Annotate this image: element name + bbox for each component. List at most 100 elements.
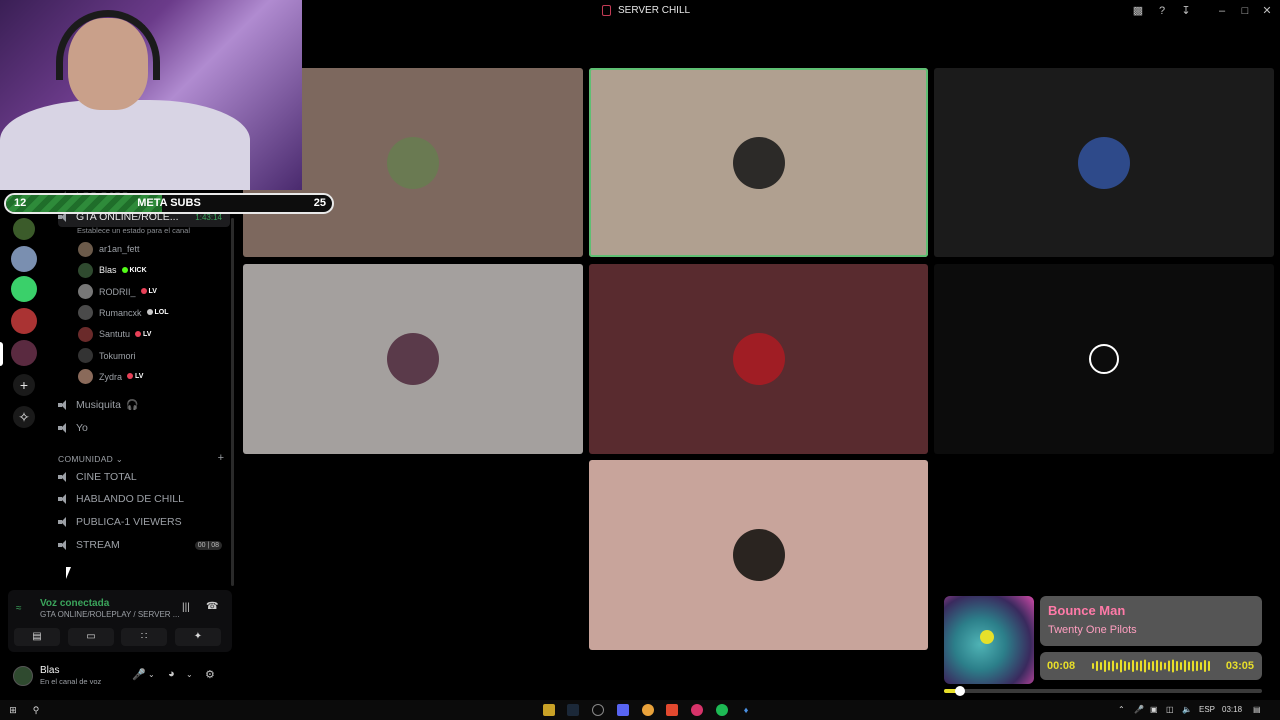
avatar [78, 348, 93, 363]
participant-tile[interactable] [934, 68, 1274, 257]
member-name: Tokumori [99, 350, 136, 361]
tray-mic-icon[interactable]: 🎤 [1134, 705, 1144, 714]
microphone-icon[interactable]: 🎤 [132, 668, 146, 681]
language-indicator[interactable]: ESP [1199, 705, 1215, 714]
channel-musiquita[interactable]: Musiquita 🎧 [58, 395, 138, 415]
tray-volume-icon[interactable]: 🔈 [1182, 705, 1192, 714]
category-comunidad[interactable]: COMUNIDAD ⌄ [58, 454, 123, 465]
disconnect-icon[interactable]: ☎ [206, 601, 218, 612]
speaker-icon [58, 400, 70, 410]
discord-icon[interactable] [617, 704, 629, 716]
participant-avatar [387, 136, 439, 189]
channel-status[interactable]: Establece un estado para el canal [77, 226, 190, 235]
participant-avatar [732, 333, 785, 385]
voice-member[interactable]: Santutu LV [78, 325, 151, 343]
search-icon[interactable]: ⚲ [30, 704, 42, 716]
channel-yo[interactable]: Yo [58, 418, 88, 438]
help-icon[interactable]: ? [1155, 4, 1169, 18]
participant-tile[interactable] [589, 68, 928, 257]
avatar[interactable] [13, 666, 33, 686]
member-badge: KICK [121, 266, 147, 274]
close-icon[interactable]: ✕ [1260, 4, 1274, 18]
server-rail: + ✧ [0, 190, 48, 588]
channel-stream[interactable]: STREAM 00 | 08 [58, 535, 230, 555]
channel-hablando-de-chill[interactable]: HABLANDO DE CHILL [58, 489, 184, 509]
steam-icon[interactable] [567, 704, 579, 716]
screen-share-button[interactable]: ▭ [68, 628, 114, 646]
tray-security-icon[interactable]: ▣ [1150, 705, 1158, 714]
member-badge: LOL [146, 309, 169, 316]
participant-tile[interactable] [934, 264, 1274, 454]
song-progress-bar [944, 686, 1262, 696]
voice-member[interactable]: Zydra LV [78, 368, 143, 386]
discover-icon[interactable]: ✧ [13, 406, 35, 428]
headphones-icon[interactable]: ◕ [168, 668, 175, 680]
chevron-down-icon[interactable]: ⌄ [186, 670, 193, 679]
participant-tile[interactable] [243, 264, 583, 454]
tray-network-icon[interactable]: ◫ [1166, 705, 1174, 714]
clock[interactable]: 03:18 [1222, 705, 1242, 714]
avatar [78, 369, 93, 385]
participant-avatar [387, 333, 439, 385]
badge-icon [140, 288, 147, 295]
screen-share-icon[interactable]: ▩ [1131, 4, 1145, 18]
file-explorer-icon[interactable] [543, 704, 555, 716]
channel-cine-total[interactable]: CINE TOTAL [58, 467, 137, 487]
minimize-icon[interactable]: – [1215, 4, 1229, 18]
brave-icon[interactable] [666, 704, 678, 716]
server-icon-kick[interactable] [13, 218, 35, 240]
active-server-indicator [0, 342, 3, 366]
voice-channel-path[interactable]: GTA ONLINE/ROLEPLAY / SERVER ... [40, 610, 179, 619]
add-channel-icon[interactable]: + [218, 452, 224, 464]
server-icon-1[interactable] [11, 246, 37, 272]
noise-suppression-icon[interactable]: ||| [182, 602, 190, 613]
voice-member[interactable]: Tokumori [78, 347, 136, 365]
user-status: En el canal de voz [40, 677, 102, 686]
subs-goal-bar: 12 META SUBS 25 [4, 193, 334, 214]
channel-publica-1-viewers[interactable]: PUBLICA-1 VIEWERS [58, 512, 182, 532]
maximize-icon[interactable]: □ [1238, 4, 1252, 18]
download-icon[interactable]: ↧ [1179, 4, 1193, 18]
mouse-cursor [66, 567, 71, 579]
server-icon-2[interactable] [11, 276, 37, 302]
window-title: SERVER CHILL [618, 5, 691, 16]
settings-gear-icon[interactable]: ⚙ [205, 668, 215, 681]
app-icon-2[interactable]: ♦ [740, 704, 752, 716]
chrome-icon[interactable] [642, 704, 654, 716]
avatar [78, 284, 93, 300]
now-playing-card: Bounce Man Twenty One Pilots [1040, 596, 1262, 646]
member-name: Zydra [99, 371, 123, 382]
participant-avatar [1078, 136, 1130, 189]
sidebar-scrollbar[interactable] [231, 218, 234, 586]
now-playing-timebar: 00:08 03:05 [1040, 652, 1262, 680]
spotify-icon[interactable] [716, 704, 728, 716]
voice-member[interactable]: Blas KICK [78, 261, 147, 279]
speaker-icon [58, 472, 70, 482]
member-name: RODRII_ [99, 286, 136, 297]
tray-chevron-icon[interactable]: ⌃ [1118, 705, 1125, 714]
windows-start-icon[interactable]: ⊞ [7, 704, 19, 716]
app-icon[interactable] [592, 704, 604, 716]
member-name: ar1an_fett [99, 244, 140, 254]
camera-toggle-button[interactable]: ▤ [14, 628, 60, 646]
soundboard-button[interactable]: ✦ [175, 628, 221, 646]
voice-status[interactable]: Voz conectada [40, 598, 109, 609]
member-badge: LV [135, 330, 151, 338]
audio-wave [1092, 659, 1210, 673]
chevron-down-icon[interactable]: ⌄ [148, 670, 155, 679]
activities-button[interactable]: ∷ [121, 628, 167, 646]
voice-member[interactable]: Rumancxk LOL [78, 304, 169, 322]
add-server-icon[interactable]: + [13, 374, 35, 396]
participant-tile[interactable] [589, 264, 928, 454]
voice-member[interactable]: ar1an_fett [78, 240, 140, 258]
user-name[interactable]: Blas [40, 665, 59, 676]
member-badge: LV [140, 288, 157, 295]
voice-member[interactable]: RODRII_ LV [78, 283, 157, 301]
notifications-icon[interactable]: ▤ [1253, 705, 1261, 714]
participant-tile[interactable] [589, 460, 928, 650]
server-icon-chill[interactable] [11, 340, 37, 366]
subs-label: META SUBS [137, 197, 201, 209]
participant-avatar [732, 136, 785, 189]
media-player-icon[interactable] [691, 704, 703, 716]
server-icon-3[interactable] [11, 308, 37, 334]
